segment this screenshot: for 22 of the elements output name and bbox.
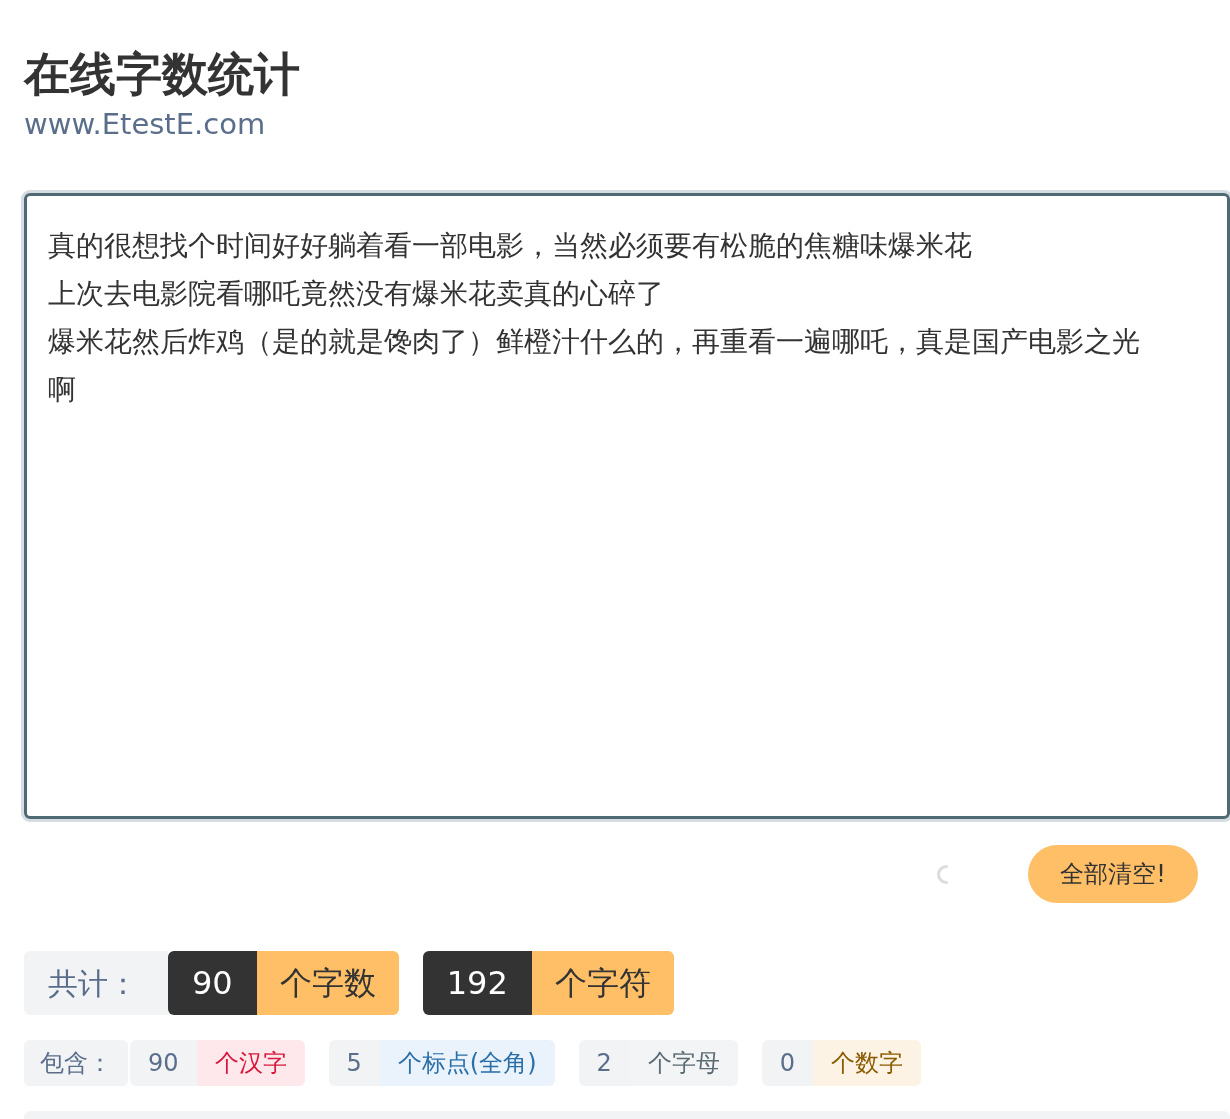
total-label: 共计： — [24, 951, 168, 1015]
count-value: 90 — [168, 951, 257, 1015]
count-value: 5 — [328, 1040, 380, 1086]
contains-label: 包含： — [24, 1040, 128, 1086]
text-input-field[interactable]: 真的很想找个时间好好躺着看一部电影，当然必须要有松脆的焦糖味爆米花 上次去电影院看哪吒竟然没有爆米花卖真的心碎了 爆米花然后炸鸡（是的就是馋肉了）鲜橙汁什么的，再重看一遍哪吒，真是国产电影之光啊 — [24, 193, 1230, 819]
clear-all-button[interactable]: 全部清空! — [1028, 845, 1198, 903]
count-value: 90 — [130, 1040, 197, 1086]
text-line: 爆米花然后炸鸡（是的就是馋肉了）鲜橙汁什么的，再重看一遍哪吒，真是国产电影之光啊 — [48, 324, 1141, 408]
count-unit: 个字母 — [629, 1040, 738, 1086]
loading-spinner-icon — [937, 864, 948, 884]
text-line: 真的很想找个时间好好躺着看一部电影，当然必须要有松脆的焦糖味爆米花 — [48, 228, 973, 264]
count-unit: 个字数 — [256, 951, 399, 1015]
site-url: www.EtestE.com — [24, 106, 266, 143]
text-line: 上次去电影院看哪吒竟然没有爆米花卖真的心碎了 — [48, 276, 665, 312]
page-title: 在线字数统计 — [24, 46, 300, 103]
count-value: 2 — [578, 1040, 630, 1086]
count-value: 0 — [761, 1040, 814, 1086]
count-unit: 个字符 — [531, 951, 674, 1015]
count-unit: 个标点(全角) — [379, 1040, 555, 1086]
count-unit: 个数字 — [813, 1040, 922, 1086]
count-value: 192 — [422, 951, 532, 1015]
count-unit: 个汉字 — [196, 1040, 305, 1086]
